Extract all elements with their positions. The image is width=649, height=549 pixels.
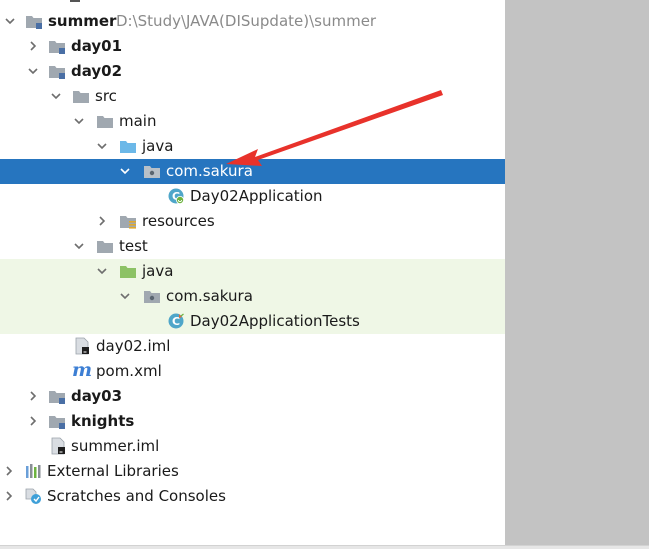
tree-item-label: External Libraries xyxy=(47,462,179,480)
tree-item-label: main xyxy=(119,112,157,130)
chevron-down-icon[interactable] xyxy=(96,265,108,277)
tree-item-label: day02.iml xyxy=(96,337,171,355)
chevron-right-icon[interactable] xyxy=(96,215,108,227)
chevron-right-icon[interactable] xyxy=(3,465,15,477)
chevron-down-icon[interactable] xyxy=(27,65,39,77)
iml-file-icon xyxy=(51,437,65,455)
tree-row-com-sakura-test[interactable]: com.sakura xyxy=(0,284,505,309)
tree-item-label: pom.xml xyxy=(96,362,162,380)
tree-item-label: day02 xyxy=(71,62,123,80)
package-icon xyxy=(144,166,160,178)
tree-row-summer[interactable]: summer D:\Study\JAVA(DISupdate)\summer xyxy=(0,9,505,34)
svg-text:C: C xyxy=(172,315,180,328)
module-folder-icon xyxy=(49,66,65,79)
chevron-right-icon[interactable] xyxy=(27,415,39,427)
scratches-icon xyxy=(25,488,41,504)
test-class-icon: C xyxy=(168,313,184,329)
chevron-right-icon[interactable] xyxy=(3,490,15,502)
tree-item-label: java xyxy=(142,262,174,280)
module-folder-icon xyxy=(49,416,65,429)
tree-row-day03[interactable]: day03 xyxy=(0,384,505,409)
chevron-down-icon[interactable] xyxy=(4,15,16,27)
tree-item-label: Scratches and Consoles xyxy=(47,487,226,505)
tree-row-test[interactable]: test xyxy=(0,234,505,259)
chevron-down-icon[interactable] xyxy=(96,140,108,152)
tree-row-day02-iml[interactable]: day02.iml xyxy=(0,334,505,359)
tree-row-resources[interactable]: resources xyxy=(0,209,505,234)
tree-row-java-test[interactable]: java xyxy=(0,259,505,284)
tree-row-java-main[interactable]: java xyxy=(0,134,505,159)
tree-item-label: Day02Application xyxy=(190,187,323,205)
tree-item-label: day01 xyxy=(71,37,123,55)
scrollbar-track[interactable] xyxy=(505,0,649,545)
tree-row-main[interactable]: main xyxy=(0,109,505,134)
tree-item-label: summer xyxy=(48,12,117,30)
module-folder-icon xyxy=(49,41,65,54)
tree-item-label: test xyxy=(119,237,148,255)
tree-item-label: day03 xyxy=(71,387,123,405)
tree-row-src[interactable]: src xyxy=(0,84,505,109)
tree-item-label: Day02ApplicationTests xyxy=(190,312,360,330)
module-folder-icon xyxy=(49,391,65,404)
tree-row-day02application[interactable]: C Day02Application xyxy=(0,184,505,209)
project-path-text: D:\Study\JAVA(DISupdate)\summer xyxy=(116,12,377,30)
bottom-status-strip xyxy=(0,545,649,549)
chevron-down-icon[interactable] xyxy=(73,115,85,127)
folder-icon xyxy=(97,241,113,253)
source-root-folder-icon xyxy=(120,141,136,153)
top-edge-strip xyxy=(0,0,505,3)
tree-row-summer-iml[interactable]: summer.iml xyxy=(0,434,505,459)
tree-row-external-libraries[interactable]: External Libraries xyxy=(0,459,505,484)
tree-item-label: summer.iml xyxy=(71,437,160,455)
module-folder-icon xyxy=(26,16,42,29)
external-libraries-icon xyxy=(26,464,41,478)
tree-item-label: src xyxy=(95,87,117,105)
package-icon xyxy=(144,291,160,303)
tree-row-day02applicationtests[interactable]: C Day02ApplicationTests xyxy=(0,309,505,334)
chevron-down-icon[interactable] xyxy=(119,165,131,177)
project-tree-panel: summer D:\Study\JAVA(DISupdate)\summer d… xyxy=(0,0,505,545)
tree-item-label: knights xyxy=(71,412,135,430)
folder-icon xyxy=(97,116,113,128)
folder-icon xyxy=(73,91,89,103)
maven-pom-icon: m xyxy=(72,359,93,381)
spring-boot-class-icon: C xyxy=(168,188,184,204)
chevron-down-icon[interactable] xyxy=(73,240,85,252)
chevron-right-icon[interactable] xyxy=(27,40,39,52)
tree-row-scratches-and-consoles[interactable]: Scratches and Consoles xyxy=(0,484,505,509)
tree-item-label: resources xyxy=(142,212,215,230)
tree-item-label: com.sakura xyxy=(166,162,253,180)
tree-row-knights[interactable]: knights xyxy=(0,409,505,434)
chevron-down-icon[interactable] xyxy=(119,290,131,302)
tree-row-pom-xml[interactable]: m pom.xml xyxy=(0,359,505,384)
tree-row-com-sakura-selected[interactable]: com.sakura xyxy=(0,159,505,184)
tree-item-label: java xyxy=(142,137,174,155)
test-root-folder-icon xyxy=(120,266,136,278)
tree-item-label: com.sakura xyxy=(166,287,253,305)
iml-file-icon xyxy=(75,337,89,355)
chevron-right-icon[interactable] xyxy=(27,390,39,402)
chevron-down-icon[interactable] xyxy=(50,90,62,102)
tree-row-day01[interactable]: day01 xyxy=(0,34,505,59)
screenshot: summer D:\Study\JAVA(DISupdate)\summer d… xyxy=(0,0,649,549)
tree-row-day02[interactable]: day02 xyxy=(0,59,505,84)
resources-folder-icon xyxy=(120,216,136,229)
